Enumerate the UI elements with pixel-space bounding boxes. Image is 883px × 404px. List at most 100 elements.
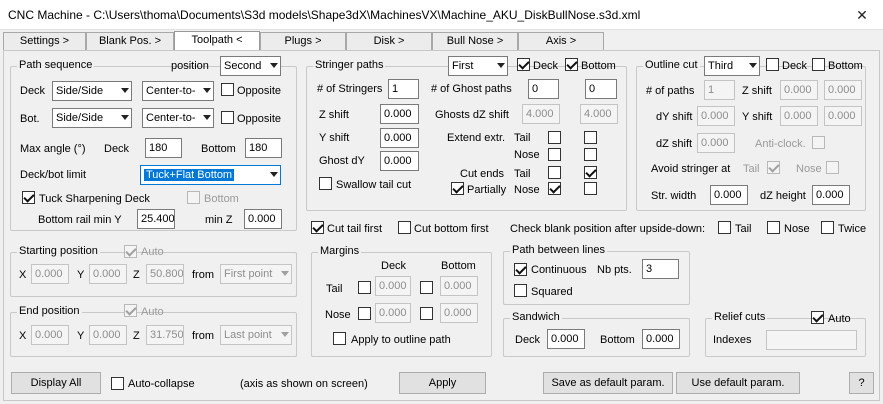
bot-order-select[interactable]: Side/Side bbox=[52, 108, 132, 128]
end-y-input[interactable]: 0.000 bbox=[89, 325, 127, 345]
str-width-input[interactable]: 0.000 bbox=[710, 185, 748, 205]
margin-tail-deck-input[interactable]: 0.000 bbox=[375, 276, 411, 296]
check-nose-checkbox[interactable] bbox=[767, 221, 780, 234]
dz-height-input[interactable]: 0.000 bbox=[812, 185, 850, 205]
avoid-nose-checkbox[interactable] bbox=[826, 161, 839, 174]
outline-zshift-deck-input[interactable]: 0.000 bbox=[780, 80, 818, 100]
num-paths-input[interactable]: 1 bbox=[704, 80, 735, 100]
stringer-deck-checkbox[interactable] bbox=[517, 58, 530, 71]
continuous-checkbox[interactable] bbox=[514, 263, 527, 276]
ghost-paths-bottom-input[interactable]: 0 bbox=[585, 79, 617, 99]
partially-checkbox[interactable] bbox=[451, 182, 464, 195]
margin-nose-bottom-input[interactable]: 0.000 bbox=[440, 303, 478, 323]
cut-tail-first-checkbox[interactable] bbox=[311, 221, 324, 234]
sandwich-deck-input[interactable]: 0.000 bbox=[547, 329, 585, 349]
extend-tail-deck-checkbox[interactable] bbox=[548, 131, 561, 144]
ghosts-dz-bottom-input[interactable]: 4.000 bbox=[580, 104, 618, 124]
cut-ends-nose-bottom-checkbox[interactable] bbox=[584, 182, 597, 195]
check-twice-checkbox[interactable] bbox=[821, 221, 834, 234]
display-all-button[interactable]: Display All bbox=[11, 372, 101, 394]
tab-blank-pos[interactable]: Blank Pos. > bbox=[86, 32, 174, 50]
max-angle-deck-input[interactable]: 180 bbox=[145, 138, 182, 158]
end-z-input[interactable]: 31.750 bbox=[146, 325, 184, 345]
tab-bull-nose[interactable]: Bull Nose > bbox=[432, 32, 518, 50]
stringer-yshift-input[interactable]: 0.000 bbox=[380, 128, 419, 148]
bottom-rail-input[interactable]: 25.400 bbox=[137, 209, 175, 229]
cut-bottom-first-checkbox[interactable] bbox=[398, 221, 411, 234]
stringer-order-select[interactable]: First bbox=[448, 56, 508, 76]
bottom-rail-label: Bottom rail min Y bbox=[38, 214, 122, 226]
starting-from-select[interactable]: First point bbox=[220, 264, 292, 284]
deck-direction-select[interactable]: Center-to- bbox=[142, 81, 214, 101]
margins-label: Margins bbox=[318, 245, 362, 257]
cut-ends-nose-deck-checkbox[interactable] bbox=[548, 182, 561, 195]
tab-plugs[interactable]: Plugs > bbox=[260, 32, 346, 50]
stringer-zshift-input[interactable]: 0.000 bbox=[380, 104, 419, 124]
ghost-dy-input[interactable]: 0.000 bbox=[380, 151, 419, 171]
end-auto-checkbox[interactable] bbox=[124, 304, 137, 317]
outline-deck-checkbox[interactable] bbox=[766, 58, 779, 71]
outline-yshift-deck-input[interactable]: 0.000 bbox=[780, 106, 818, 126]
margin-nose-deck-input[interactable]: 0.000 bbox=[375, 303, 411, 323]
margin-tail-deck-checkbox[interactable] bbox=[358, 281, 371, 294]
num-stringers-input[interactable]: 1 bbox=[388, 79, 419, 99]
min-z-label: min Z bbox=[205, 214, 233, 226]
nb-pts-input[interactable]: 3 bbox=[642, 259, 679, 279]
starting-x-input[interactable]: 0.000 bbox=[31, 264, 69, 284]
swallow-tail-checkbox[interactable] bbox=[319, 177, 332, 190]
cut-ends-tail-deck-checkbox[interactable] bbox=[548, 166, 561, 179]
bot-direction-select[interactable]: Center-to- bbox=[142, 108, 214, 128]
dy-shift-input[interactable]: 0.000 bbox=[697, 106, 735, 126]
deck-opposite-checkbox[interactable] bbox=[221, 83, 234, 96]
tab-axis[interactable]: Axis > bbox=[518, 32, 604, 50]
outline-zshift-bottom-input[interactable]: 0.000 bbox=[824, 80, 862, 100]
bot-opposite-checkbox[interactable] bbox=[221, 111, 234, 124]
margin-tail-bottom-checkbox[interactable] bbox=[420, 281, 433, 294]
margin-nose-deck-checkbox[interactable] bbox=[358, 307, 371, 320]
deck-bot-limit-select[interactable]: Tuck+Flat Bottom bbox=[140, 165, 281, 185]
end-x-input[interactable]: 0.000 bbox=[31, 325, 69, 345]
margin-tail-bottom-input[interactable]: 0.000 bbox=[440, 276, 478, 296]
extend-nose-bottom-checkbox[interactable] bbox=[584, 148, 597, 161]
apply-outline-checkbox[interactable] bbox=[333, 332, 346, 345]
end-from-select[interactable]: Last point bbox=[220, 325, 292, 345]
sandwich-bottom-input[interactable]: 0.000 bbox=[642, 329, 680, 349]
stringer-order-value: First bbox=[452, 60, 474, 72]
outline-order-select[interactable]: Third bbox=[704, 56, 760, 76]
apply-button[interactable]: Apply bbox=[399, 372, 486, 394]
tuck-sharpening-checkbox[interactable] bbox=[22, 191, 35, 204]
tab-settings[interactable]: Settings > bbox=[3, 32, 86, 50]
anti-clock-checkbox[interactable] bbox=[812, 136, 825, 149]
ghost-paths-deck-input[interactable]: 0 bbox=[528, 79, 559, 99]
stringer-bottom-checkbox[interactable] bbox=[565, 58, 578, 71]
avoid-tail-checkbox[interactable] bbox=[767, 161, 780, 174]
position-select[interactable]: Second bbox=[220, 56, 281, 76]
help-button[interactable]: ? bbox=[849, 372, 874, 394]
starting-y-input[interactable]: 0.000 bbox=[89, 264, 127, 284]
squared-checkbox[interactable] bbox=[514, 284, 527, 297]
close-icon[interactable]: ✕ bbox=[848, 3, 876, 27]
check-tail-checkbox[interactable] bbox=[718, 221, 731, 234]
starting-auto-checkbox[interactable] bbox=[124, 245, 137, 258]
max-angle-bottom-input[interactable]: 180 bbox=[245, 138, 282, 158]
tuck-bottom-checkbox[interactable] bbox=[187, 191, 200, 204]
relief-auto-checkbox[interactable] bbox=[811, 311, 824, 324]
starting-z-input[interactable]: 50.800 bbox=[146, 264, 184, 284]
ghosts-dz-deck-input[interactable]: 4.000 bbox=[522, 104, 560, 124]
extend-tail-bottom-checkbox[interactable] bbox=[584, 131, 597, 144]
auto-collapse-checkbox[interactable] bbox=[111, 377, 124, 390]
min-z-input[interactable]: 0.000 bbox=[244, 209, 282, 229]
deck-order-select[interactable]: Side/Side bbox=[52, 81, 132, 101]
save-default-button[interactable]: Save as default param. bbox=[543, 372, 673, 394]
margin-nose-bottom-checkbox[interactable] bbox=[420, 307, 433, 320]
use-default-button[interactable]: Use default param. bbox=[676, 372, 800, 394]
cut-ends-tail-bottom-checkbox[interactable] bbox=[584, 166, 597, 179]
extend-nose-deck-checkbox[interactable] bbox=[548, 148, 561, 161]
dz-shift-input[interactable]: 0.000 bbox=[697, 133, 735, 153]
tab-toolpath[interactable]: Toolpath < bbox=[174, 31, 260, 51]
indexes-input[interactable] bbox=[766, 330, 857, 350]
stringer-bottom-label: Bottom bbox=[581, 60, 616, 72]
outline-yshift-bottom-input[interactable]: 0.000 bbox=[824, 106, 862, 126]
outline-bottom-checkbox[interactable] bbox=[812, 58, 825, 71]
tab-disk[interactable]: Disk > bbox=[346, 32, 432, 50]
